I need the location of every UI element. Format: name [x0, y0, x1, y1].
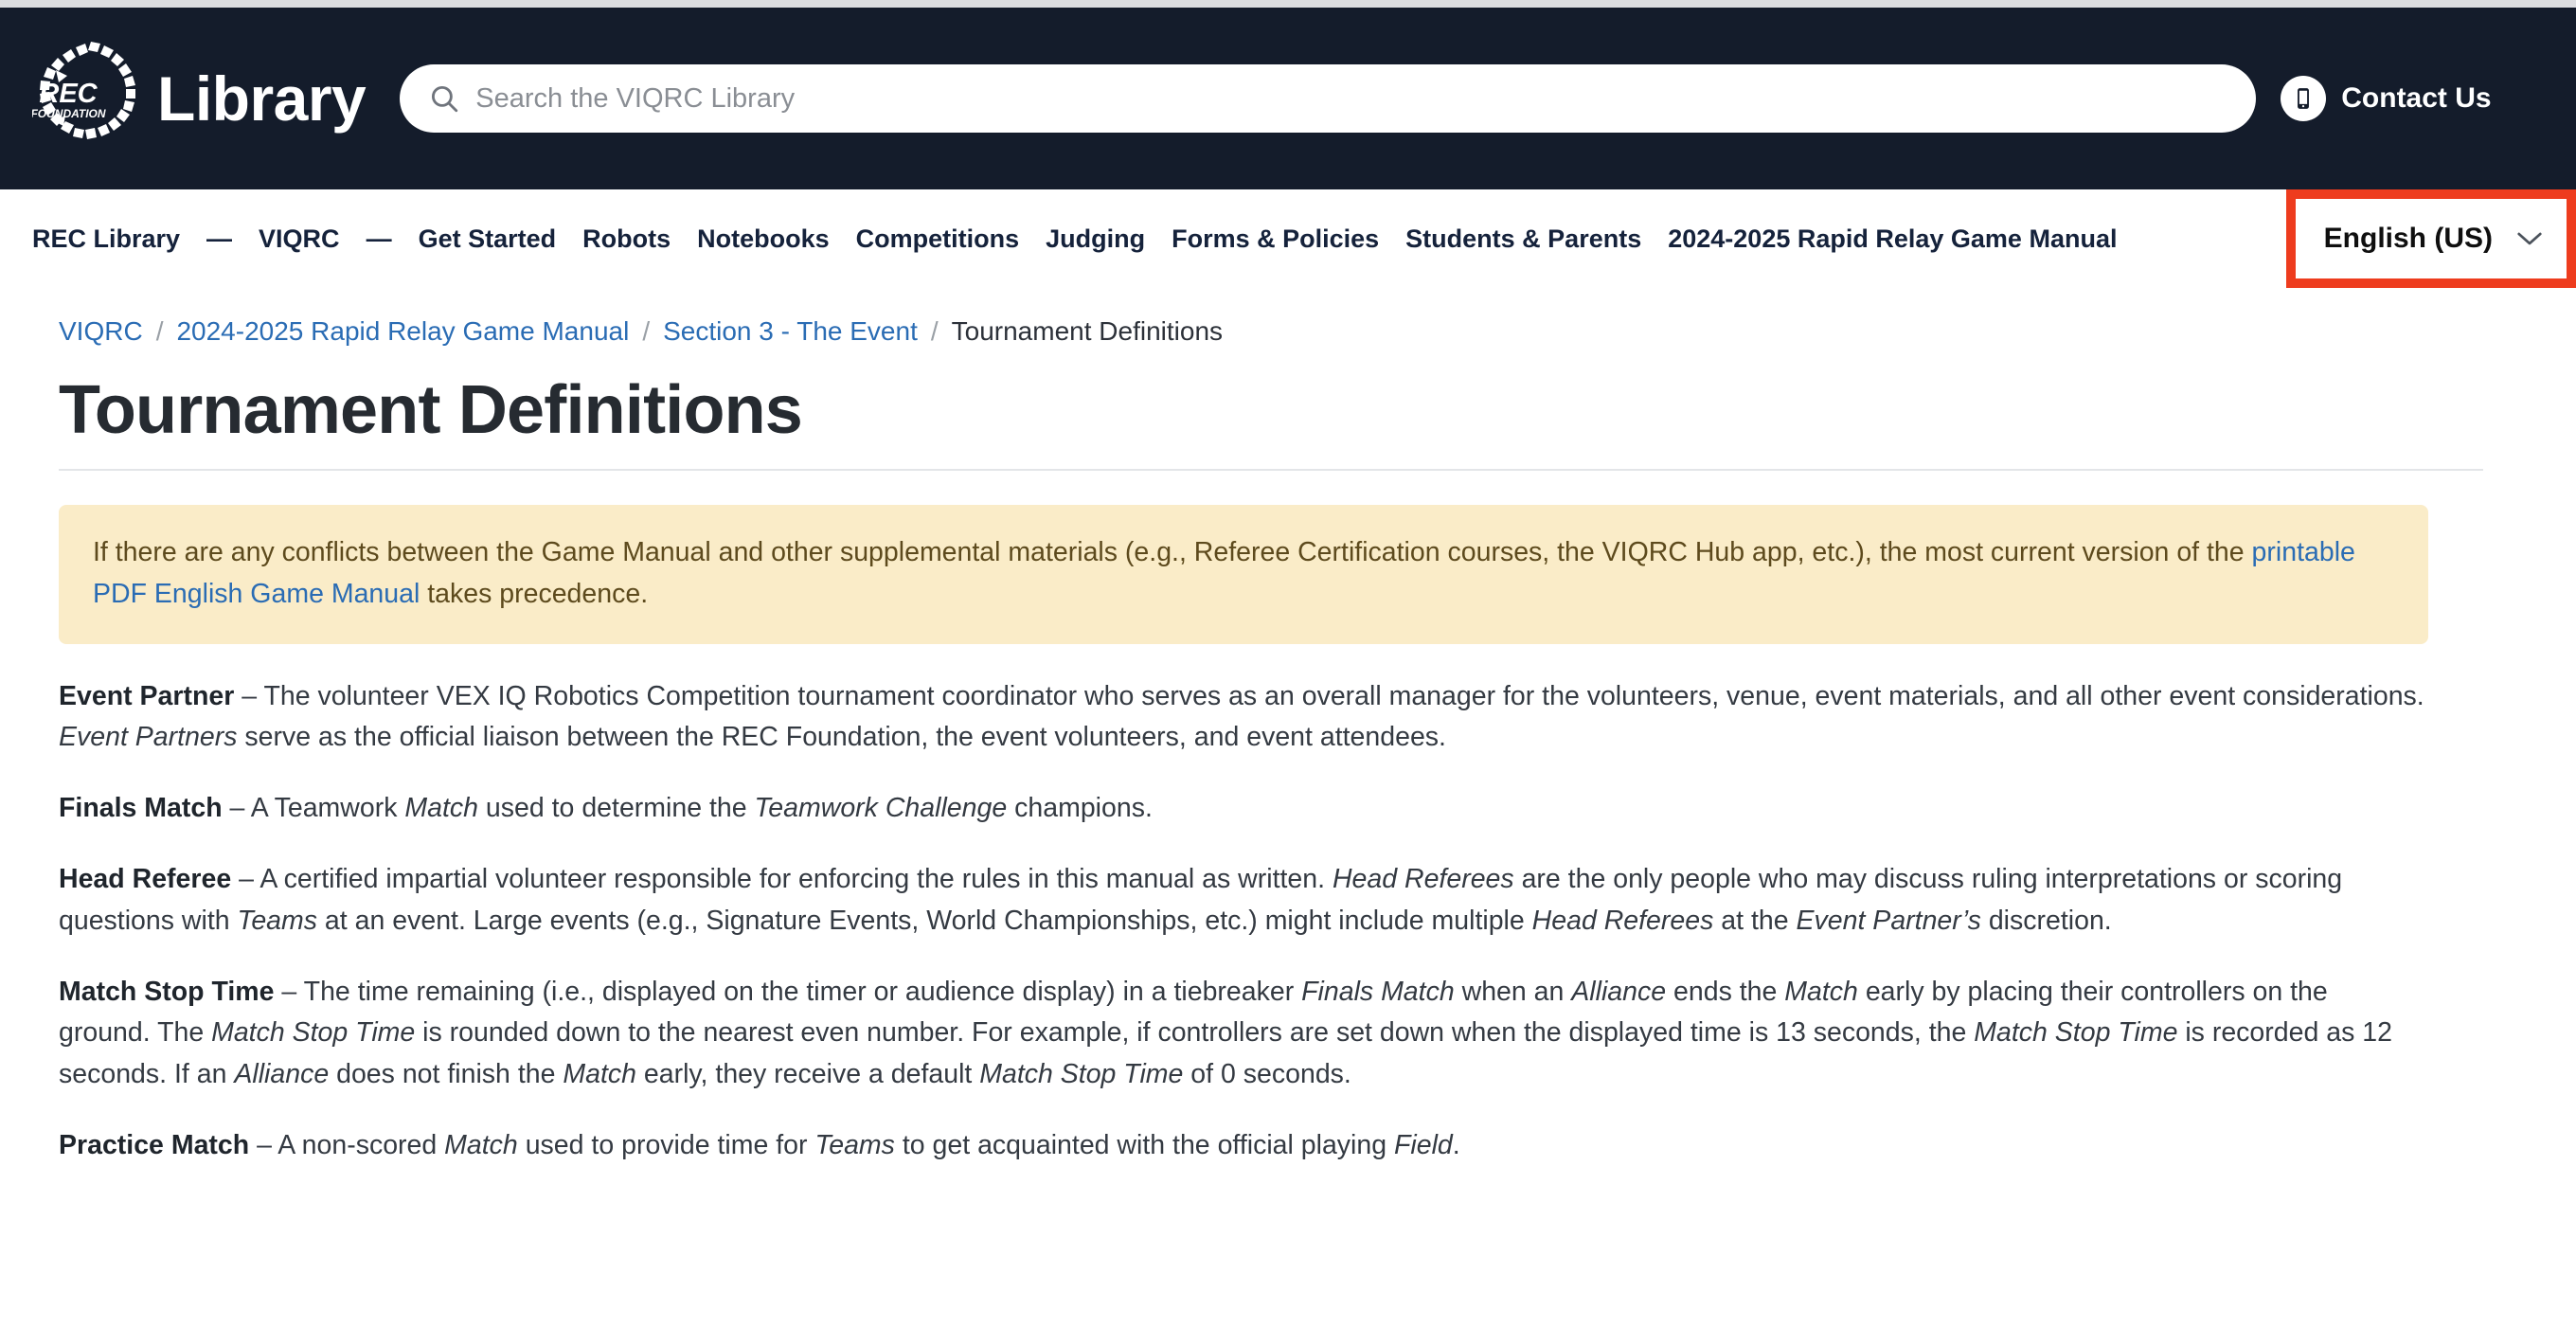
definition-term: Finals Match — [59, 793, 223, 824]
definitions-list: Event Partner – The volunteer VEX IQ Rob… — [59, 676, 2426, 1167]
nav-item-get-started[interactable]: Get Started — [419, 224, 557, 254]
nav-item-judging[interactable]: Judging — [1046, 224, 1145, 254]
logo-rec-text: REC — [39, 79, 98, 109]
definition-match-stop-time: Match Stop Time – The time remaining (i.… — [59, 972, 2426, 1095]
site-header: REC FOUNDATION Library Contact Us — [0, 8, 2576, 189]
search-input[interactable] — [475, 82, 2228, 115]
breadcrumb-item-section-3[interactable]: Section 3 - The Event — [663, 316, 918, 347]
brand-logo-group[interactable]: REC FOUNDATION Library — [32, 38, 367, 159]
definition-term: Event Partner — [59, 680, 235, 711]
definition-practice-match: Practice Match – A non-scored Match used… — [59, 1125, 2426, 1166]
breadcrumb: VIQRC / 2024-2025 Rapid Relay Game Manua… — [59, 288, 2512, 347]
definition-dash: – — [274, 977, 304, 1008]
language-selector-label: English (US) — [2323, 223, 2493, 254]
contact-us-label: Contact Us — [2341, 82, 2492, 114]
definition-term: Match Stop Time — [59, 977, 275, 1008]
game-manual-precedence-callout: If there are any conflicts between the G… — [59, 505, 2428, 644]
brand-title: Library — [157, 63, 367, 134]
definition-dash: – — [222, 793, 251, 824]
rec-foundation-gear-logo-icon: REC FOUNDATION — [32, 38, 153, 159]
top-decorative-strip — [0, 0, 2576, 8]
definition-body: A non-scored Match used to provide time … — [277, 1130, 1460, 1161]
definition-finals-match: Finals Match – A Teamwork Match used to … — [59, 788, 2426, 829]
search-icon — [432, 85, 458, 113]
breadcrumb-item-game-manual[interactable]: 2024-2025 Rapid Relay Game Manual — [176, 316, 629, 347]
nav-item-game-manual[interactable]: 2024-2025 Rapid Relay Game Manual — [1668, 224, 2117, 254]
breadcrumb-item-current: Tournament Definitions — [951, 316, 1224, 346]
definition-dash: – — [231, 864, 260, 895]
breadcrumb-item-viqrc[interactable]: VIQRC — [59, 316, 143, 347]
nav-item-robots[interactable]: Robots — [582, 224, 671, 254]
callout-text-after: takes precedence. — [420, 579, 649, 610]
nav-separator-2: — — [366, 224, 392, 253]
definition-event-partner: Event Partner – The volunteer VEX IQ Rob… — [59, 676, 2426, 759]
breadcrumb-separator: / — [930, 316, 939, 346]
logo-foundation-text: FOUNDATION — [32, 107, 106, 120]
nav-list: REC Library — VIQRC — Get Started Robots… — [32, 224, 2117, 254]
nav-item-forms-and-policies[interactable]: Forms & Policies — [1172, 224, 1379, 254]
definition-body: A certified impartial volunteer responsi… — [59, 864, 2343, 936]
nav-item-notebooks[interactable]: Notebooks — [697, 224, 830, 254]
nav-separator-1: — — [206, 224, 233, 253]
mobile-phone-icon — [2281, 76, 2327, 121]
definition-dash: – — [234, 680, 264, 711]
search-bar[interactable] — [400, 64, 2257, 133]
breadcrumb-separator: / — [155, 316, 164, 346]
definition-term: Practice Match — [59, 1130, 250, 1161]
definition-body: The volunteer VEX IQ Robotics Competitio… — [59, 680, 2424, 752]
definition-body: A Teamwork Match used to determine the T… — [250, 793, 1153, 824]
nav-item-students-and-parents[interactable]: Students & Parents — [1405, 224, 1641, 254]
callout-text-before: If there are any conflicts between the G… — [93, 537, 2252, 568]
breadcrumb-separator: / — [642, 316, 651, 346]
nav-item-competitions[interactable]: Competitions — [856, 224, 1020, 254]
chevron-down-icon — [2517, 232, 2542, 245]
definition-term: Head Referee — [59, 864, 232, 895]
nav-item-viqrc[interactable]: VIQRC — [259, 224, 340, 254]
contact-us-button[interactable]: Contact Us — [2281, 76, 2492, 121]
main-content: VIQRC / 2024-2025 Rapid Relay Game Manua… — [0, 288, 2576, 1166]
language-selector[interactable]: English (US) — [2285, 189, 2576, 288]
definition-dash: – — [249, 1130, 278, 1161]
nav-item-rec-library[interactable]: REC Library — [32, 224, 180, 254]
search-container — [400, 64, 2257, 133]
definition-body: The time remaining (i.e., displayed on t… — [59, 977, 2392, 1089]
title-divider — [59, 469, 2483, 472]
page-title: Tournament Definitions — [59, 372, 803, 448]
definition-head-referee: Head Referee – A certified impartial vol… — [59, 859, 2426, 942]
primary-navigation: REC Library — VIQRC — Get Started Robots… — [0, 189, 2576, 288]
